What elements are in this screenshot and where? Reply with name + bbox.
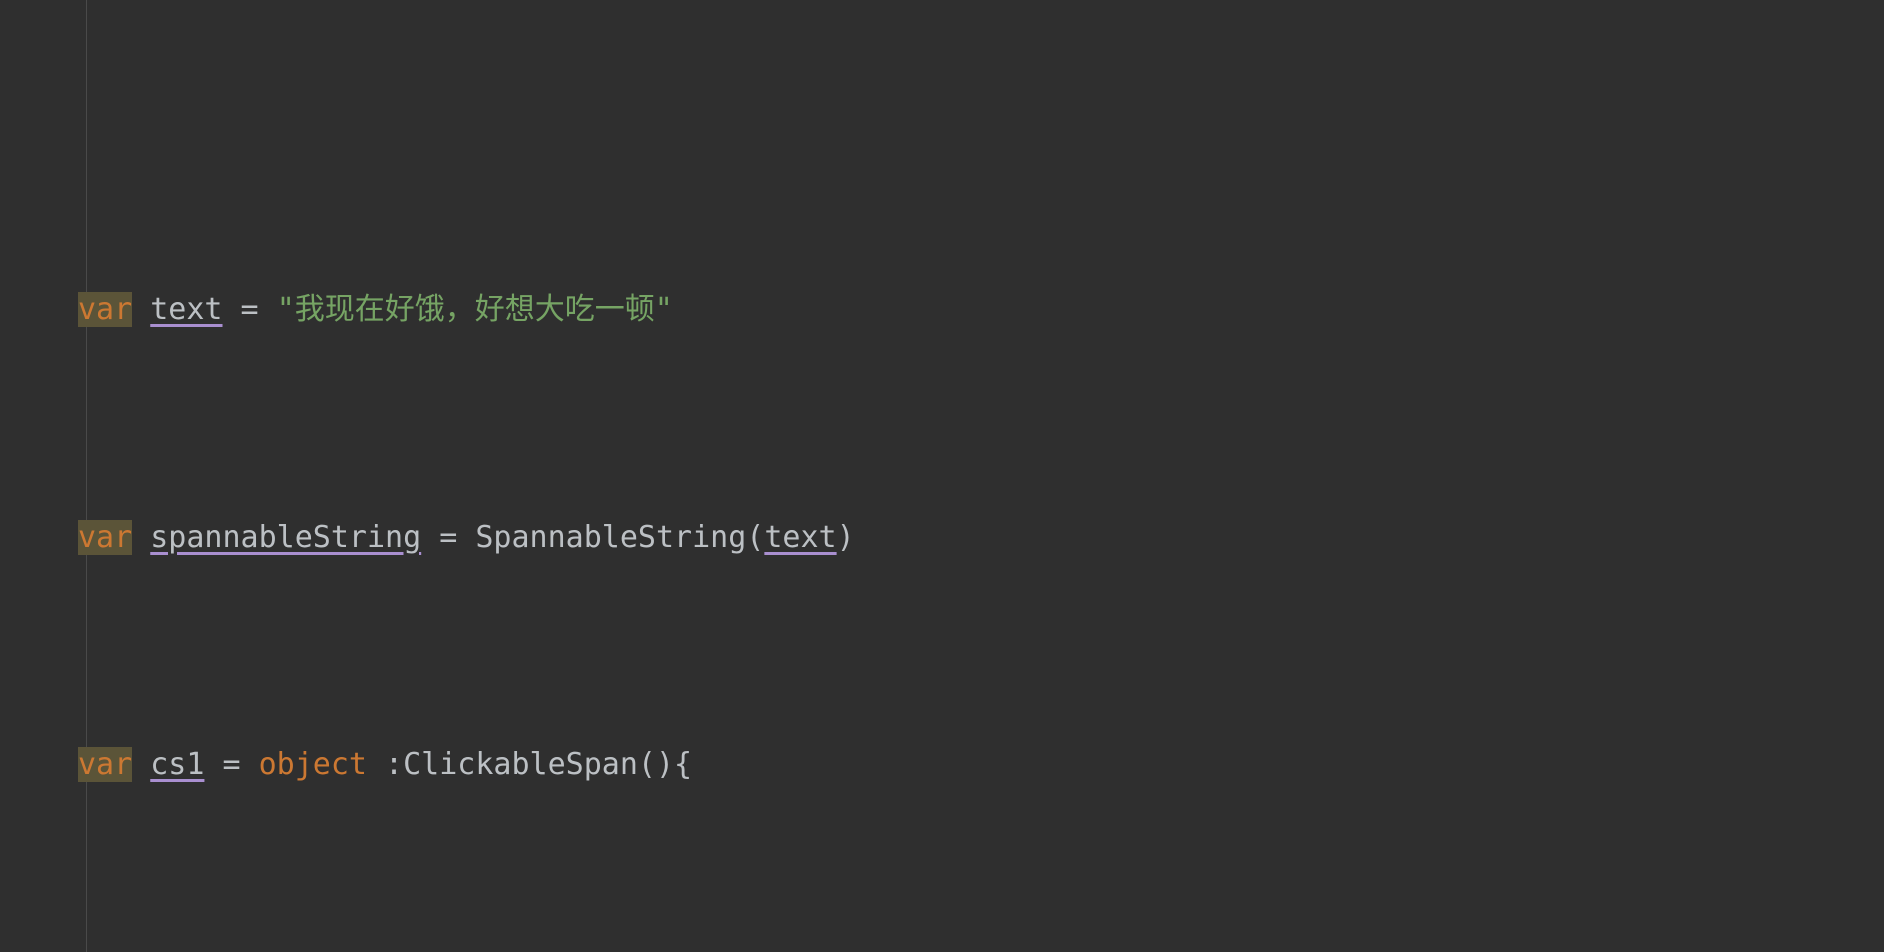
supertype-clickablespan: :ClickableSpan(){ [367, 747, 693, 782]
operator-equals: = [421, 519, 476, 555]
keyword-var: var [78, 519, 133, 555]
code-line-3[interactable]: var cs1 = object :ClickableSpan(){ [0, 742, 1884, 788]
constructor-call: SpannableString( [475, 519, 765, 555]
operator-equals: = [222, 292, 277, 327]
keyword-object: object [258, 747, 367, 782]
keyword-var: var [78, 292, 133, 327]
identifier-cs1: cs1 [150, 747, 205, 782]
argument-text: text [764, 519, 837, 555]
code-line-2[interactable]: var spannableString = SpannableString(te… [0, 515, 1884, 561]
identifier-spannablestring: spannableString [150, 519, 422, 555]
identifier-text: text [150, 292, 223, 327]
string-literal-chinese: "我现在好饿，好想大吃一顿" [276, 292, 673, 327]
code-editor[interactable]: var text = "我现在好饿，好想大吃一顿" var spannableS… [0, 0, 1884, 952]
code-line-1[interactable]: var text = "我现在好饿，好想大吃一顿" [0, 287, 1884, 333]
indent-guide-1 [86, 0, 87, 952]
paren-close: ) [836, 519, 855, 555]
operator-equals: = [204, 747, 259, 782]
keyword-var: var [78, 747, 133, 782]
